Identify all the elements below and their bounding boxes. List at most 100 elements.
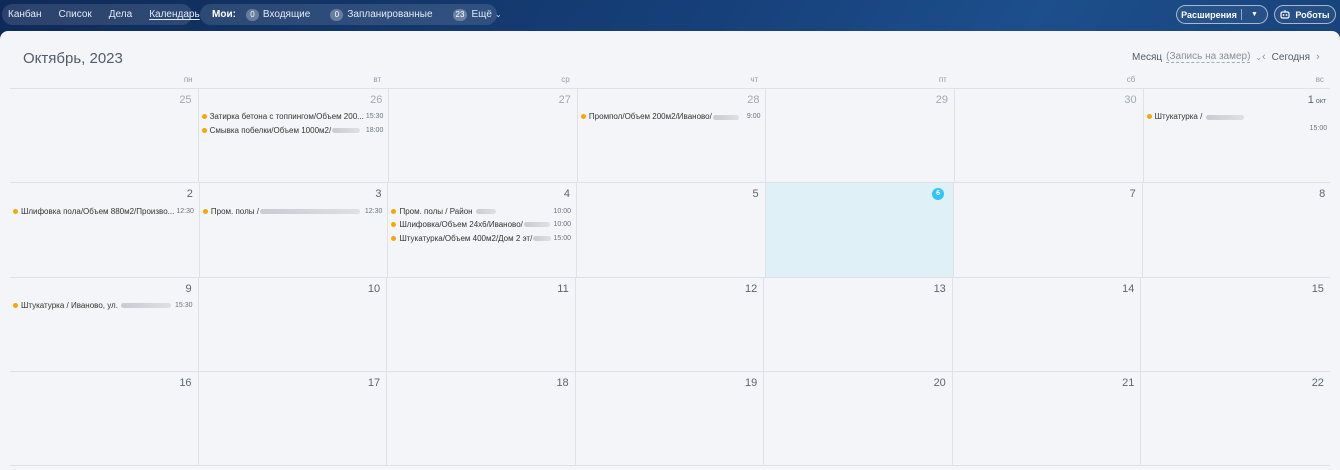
day-cell[interactable]: 28 Промпол/Объем 200м2/Иваново/9:00 bbox=[578, 89, 767, 183]
day-number[interactable]: 16 bbox=[10, 377, 198, 391]
event-title-text: Смывка побелки/Объем 1000м2/ bbox=[209, 125, 332, 135]
event-status-dot bbox=[13, 302, 18, 308]
day-cell[interactable]: 3 Пром. полы / 12:30 bbox=[200, 183, 389, 277]
today-date-badge[interactable]: 6 bbox=[932, 188, 945, 201]
day-number-text: 1 bbox=[1307, 94, 1314, 106]
day-number[interactable]: 10 bbox=[199, 283, 387, 297]
filter-planned[interactable]: 0 Запланированные bbox=[330, 8, 433, 21]
view-list-link[interactable]: Список bbox=[59, 9, 92, 20]
day-number-text: 7 bbox=[1129, 188, 1136, 201]
day-number[interactable]: 1 окт bbox=[1144, 94, 1333, 108]
calendar-event[interactable]: Пром. полы / Район 10:00 bbox=[388, 204, 576, 218]
weekday-label: ср bbox=[561, 75, 570, 84]
day-cell[interactable]: 20 bbox=[764, 371, 953, 466]
day-number[interactable]: 27 bbox=[389, 94, 577, 108]
event-time: 15:00 bbox=[1309, 125, 1328, 132]
day-cell[interactable]: 30 bbox=[955, 89, 1144, 183]
day-number[interactable]: 26 bbox=[199, 94, 389, 108]
day-number[interactable]: 18 bbox=[387, 377, 575, 391]
day-number[interactable]: 15 bbox=[1141, 283, 1330, 297]
view-kanban-link[interactable]: Канбан bbox=[8, 9, 42, 20]
day-cell[interactable]: 19 bbox=[576, 371, 765, 466]
dropdown-arrow-icon[interactable]: ▼ bbox=[1241, 9, 1267, 20]
day-cell[interactable]: 22 bbox=[1141, 372, 1330, 465]
day-cell[interactable]: 29 bbox=[766, 89, 956, 183]
day-cell[interactable]: 7 bbox=[954, 183, 1143, 277]
day-cell[interactable]: 16 bbox=[10, 371, 199, 466]
calendar-event[interactable]: Промпол/Объем 200м2/Иваново/9:00 bbox=[578, 110, 766, 124]
next-month-icon[interactable]: › bbox=[1316, 51, 1320, 63]
day-number[interactable]: 7 bbox=[954, 188, 1142, 202]
day-number[interactable]: 29 bbox=[766, 94, 954, 108]
redacted-text bbox=[475, 208, 496, 214]
calendar-event[interactable]: Пром. полы / 12:30 bbox=[200, 204, 388, 218]
day-number[interactable]: 8 bbox=[1143, 188, 1332, 202]
event-title: Пром. полы / Район bbox=[399, 207, 551, 216]
day-cell[interactable]: 11 bbox=[387, 277, 576, 371]
extensions-button[interactable]: Расширения ▼ bbox=[1176, 5, 1268, 24]
day-number[interactable]: 17 bbox=[199, 377, 387, 391]
day-number[interactable]: 30 bbox=[955, 94, 1143, 108]
day-number[interactable]: 12 bbox=[576, 283, 764, 297]
day-number[interactable]: 2 bbox=[10, 188, 199, 202]
day-number[interactable]: 4 bbox=[388, 188, 576, 202]
event-time: 9:00 bbox=[746, 113, 761, 121]
day-number-text: 5 bbox=[752, 188, 759, 201]
day-cell[interactable]: 18 bbox=[387, 371, 576, 466]
day-number[interactable]: 19 bbox=[576, 377, 764, 391]
day-number[interactable]: 22 bbox=[1141, 377, 1330, 391]
day-cell[interactable]: 21 bbox=[953, 371, 1142, 466]
day-number[interactable]: 28 bbox=[578, 94, 766, 108]
filter-incoming[interactable]: 0 Входящие bbox=[245, 8, 310, 21]
calendar-event[interactable]: Затирка бетона с топпингом/Объем 200... 1… bbox=[199, 110, 389, 124]
day-cell[interactable]: 2 Шлифовка пола/Объем 880м2/Произво... 12:… bbox=[10, 183, 200, 277]
view-mode-selector[interactable]: Месяц (Запись на замер) ⌄ bbox=[1132, 51, 1262, 63]
calendar-event[interactable]: Шлифовка пола/Объем 880м2/Произво... 12:3… bbox=[10, 204, 199, 218]
day-cell[interactable]: 1 окт Штукатурка / 15:00 bbox=[1144, 89, 1333, 182]
day-number[interactable]: 11 bbox=[387, 283, 575, 297]
prev-month-icon[interactable]: ‹ bbox=[1262, 51, 1266, 63]
day-cell[interactable]: 27 bbox=[389, 89, 578, 183]
day-number[interactable]: 25 bbox=[10, 94, 198, 108]
event-list: Штукатурка / 15:00 bbox=[1144, 110, 1333, 134]
event-title-text: Шлифовка пола/Объем 880м2/Произво... bbox=[21, 206, 175, 216]
day-number-text: 9 bbox=[185, 282, 192, 295]
day-cell[interactable]: 9 Штукатурка / Иваново, ул. 15:30 bbox=[10, 277, 199, 371]
day-cell[interactable]: 8 bbox=[1143, 183, 1332, 276]
day-cell[interactable]: 26 Затирка бетона с топпингом/Объем 200..… bbox=[199, 89, 390, 183]
calendar-event[interactable]: Штукатурка / Иваново, ул. 15:30 bbox=[10, 299, 198, 313]
day-cell[interactable]: 13 bbox=[764, 277, 953, 371]
event-title-text: Штукатурка / bbox=[1154, 112, 1205, 122]
robot-icon bbox=[1280, 10, 1290, 19]
day-number[interactable]: 21 bbox=[953, 377, 1141, 391]
robots-button[interactable]: Роботы bbox=[1274, 5, 1336, 24]
filter-more[interactable]: 23 Ещё ⌄ bbox=[452, 8, 502, 21]
day-number[interactable]: 9 bbox=[10, 283, 198, 297]
event-status-dot bbox=[201, 114, 207, 120]
day-cell[interactable]: 12 bbox=[576, 277, 765, 371]
today-button[interactable]: Сегодня bbox=[1272, 52, 1310, 63]
day-number[interactable]: 13 bbox=[764, 283, 952, 297]
day-cell[interactable]: 4 Пром. полы / Район 10:00 Шлифовка/Объем … bbox=[388, 183, 577, 277]
day-number[interactable]: 14 bbox=[953, 283, 1141, 297]
week-row: 25 26 Затирка бетона с топпингом/Объем 200… bbox=[10, 89, 1333, 184]
day-cell[interactable]: 14 bbox=[953, 277, 1142, 371]
day-number[interactable]: 5 bbox=[577, 188, 765, 202]
day-cell[interactable]: 5 bbox=[577, 183, 766, 277]
day-cell[interactable]: 25 bbox=[10, 89, 199, 183]
day-cell[interactable]: 15 bbox=[1141, 278, 1330, 371]
chevron-down-icon: ⌄ bbox=[494, 10, 502, 19]
day-number[interactable]: 3 bbox=[200, 188, 388, 202]
day-cell[interactable]: 17 bbox=[199, 371, 388, 466]
calendar-event[interactable]: Штукатурка / bbox=[1144, 110, 1333, 124]
redacted-text bbox=[332, 128, 361, 134]
view-calendar-link[interactable]: Календарь bbox=[149, 9, 199, 20]
day-number[interactable]: 20 bbox=[764, 377, 952, 391]
calendar-event[interactable]: Смывка побелки/Объем 1000м2/18:00 bbox=[199, 124, 389, 138]
calendar-event[interactable]: Штукатурка/Объем 400м2/Дом 2 эт/15:00 bbox=[388, 231, 576, 245]
day-cell[interactable]: 10 bbox=[199, 277, 388, 371]
day-number-text: 4 bbox=[563, 188, 570, 201]
day-cell-today[interactable]: 6 bbox=[765, 183, 955, 277]
calendar-event[interactable]: Шлифовка/Объем 24х6/Иваново/10:00 bbox=[388, 218, 576, 232]
view-activities-link[interactable]: Дела bbox=[109, 9, 132, 20]
